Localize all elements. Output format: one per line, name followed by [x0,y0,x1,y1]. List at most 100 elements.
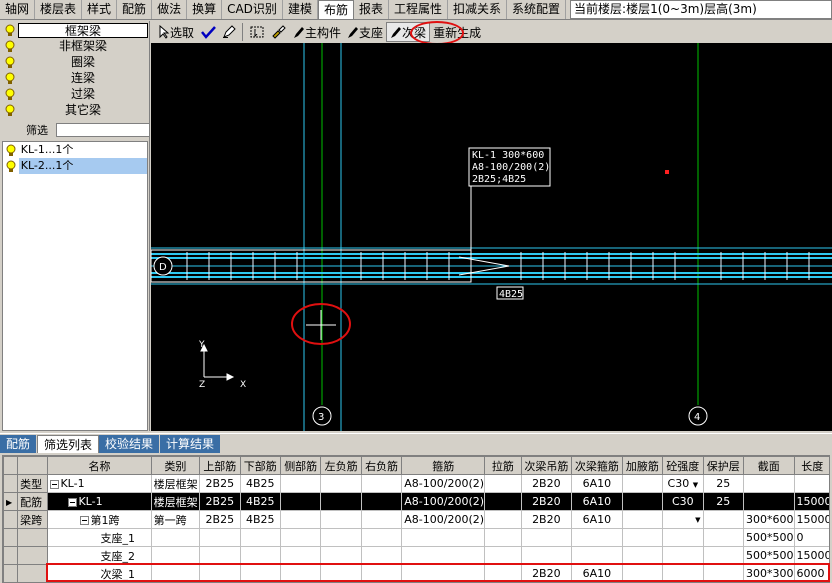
header-left-neg-bar[interactable]: 左负筋 [320,456,362,475]
menu-layout-rebar[interactable]: 布筋 [317,0,354,19]
support-button[interactable]: 支座 [344,22,386,42]
collapse-toggle-icon[interactable] [50,479,60,489]
menu-style[interactable]: 样式 [82,0,118,19]
tab-filter-list[interactable]: 筛选列表 [37,435,100,453]
main-member-button[interactable]: 主构件 [290,22,344,42]
cell-left-neg-bar[interactable] [320,492,362,511]
cell-length[interactable]: 0 [793,528,829,547]
table-row[interactable]: ▶ 配筋 KL-1 楼层框架 2B25 4B25 A8-100/200(2) 2… [3,492,829,511]
cell-top-bar[interactable] [199,546,241,565]
cell-bottom-bar[interactable]: 4B25 [239,492,281,511]
cell-section[interactable] [742,474,795,493]
header-haunch-bar[interactable]: 加腋筋 [621,456,664,475]
cell-right-neg-bar[interactable] [360,564,403,582]
bulb-icon[interactable] [2,102,18,118]
cell-stirrup[interactable]: A8-100/200(2) [401,474,486,493]
component-item[interactable]: KL-1...1个 [3,142,147,158]
table-row[interactable]: 梁跨 第1跨 第一跨 2B25 4B25 A8-100/200(2) 2B20 … [3,510,829,529]
table-row[interactable]: 支座_1 500*500 0 [3,528,829,547]
cell-section[interactable]: 500*500 [742,546,795,565]
cell-category[interactable] [150,564,201,582]
cell-tie-bar[interactable] [484,528,522,547]
cell-bottom-bar[interactable] [239,546,281,565]
cell-concrete-grade[interactable] [662,528,704,547]
cell-hanger-bar[interactable]: 2B20 [520,474,573,493]
cell-length[interactable]: 15000 [793,546,829,565]
bulb-icon[interactable] [2,54,18,70]
table-row[interactable]: 支座_2 500*500 15000 [3,546,829,565]
header-name[interactable]: 名称 [47,456,152,475]
cell-concrete-grade[interactable]: C30 [662,492,704,511]
cell-section[interactable] [742,492,795,511]
cell-top-bar[interactable]: 2B25 [199,474,241,493]
cell-concrete-grade[interactable] [662,564,704,582]
cell-length[interactable]: 15000 [793,510,829,529]
cell-hanger-bar[interactable]: 2B20 [520,564,573,582]
select-button[interactable]: 选取 [155,22,197,42]
cell-left-neg-bar[interactable] [320,546,362,565]
drawing-canvas[interactable]: KL-1 300*600 A8-100/200(2) 2B25;4B25 4B2… [151,43,832,431]
cell-tie-bar[interactable] [484,564,522,582]
cell-left-neg-bar[interactable] [320,474,362,493]
header-side-bar[interactable]: 侧部筋 [279,456,322,475]
collapse-toggle-icon[interactable] [80,516,90,525]
cell-top-bar[interactable] [199,564,241,582]
collapse-toggle-icon[interactable] [68,497,78,507]
bulb-icon[interactable] [2,38,18,54]
cell-name[interactable]: KL-1 [47,474,152,493]
cell-secondary-stirrup[interactable]: 6A10 [571,474,623,493]
menu-conversion[interactable]: 换算 [187,0,223,19]
table-row[interactable]: 类型 KL-1 楼层框架 2B25 4B25 A8-100/200(2) 2B2… [3,474,829,493]
cell-category[interactable]: 楼层框架 [150,474,201,493]
cell-secondary-stirrup[interactable]: 6A10 [571,510,623,529]
cell-cover[interactable] [702,510,744,529]
cell-section[interactable]: 300*600 [742,510,795,529]
menu-deduction[interactable]: 扣减关系 [448,0,508,19]
type-ring-beam[interactable]: 圈梁 [2,54,148,70]
secondary-beam-button[interactable]: 次梁 [386,22,431,42]
cell-tie-bar[interactable] [484,510,522,529]
cell-side-bar[interactable] [279,492,322,511]
menu-reinforcement[interactable]: 配筋 [117,0,153,19]
cell-side-bar[interactable] [279,528,322,547]
header-section[interactable]: 截面 [742,456,795,475]
dropdown-arrow-icon[interactable]: ▼ [695,516,700,524]
cell-cover[interactable]: 25 [702,474,744,493]
header-cover[interactable]: 保护层 [702,456,744,475]
cell-length[interactable]: 6000 [793,564,829,582]
cell-haunch-bar[interactable] [621,474,664,493]
cell-tie-bar[interactable] [484,474,522,493]
cell-right-neg-bar[interactable] [360,546,403,565]
cell-stirrup[interactable] [401,528,486,547]
cell-cover[interactable] [702,546,744,565]
cell-secondary-stirrup[interactable]: 6A10 [571,564,623,582]
header-bottom-bar[interactable]: 下部筋 [239,456,281,475]
cell-stirrup[interactable] [401,564,486,582]
cell-length[interactable] [793,474,829,493]
cell-tie-bar[interactable] [484,546,522,565]
cell-section[interactable]: 300*300 [742,564,795,582]
menu-report[interactable]: 报表 [354,0,389,19]
cell-bottom-bar[interactable] [239,528,281,547]
cell-section[interactable]: 500*500 [742,528,795,547]
cell-tie-bar[interactable] [484,492,522,511]
header-hanger-bar[interactable]: 次梁吊筋 [520,456,573,475]
menu-cad-recognition[interactable]: CAD识别 [222,0,283,19]
cell-concrete-grade[interactable] [662,546,704,565]
cell-haunch-bar[interactable] [621,546,664,565]
menu-system-config[interactable]: 系统配置 [507,0,567,19]
cell-secondary-stirrup[interactable] [571,528,623,547]
header-top-bar[interactable]: 上部筋 [199,456,241,475]
cell-right-neg-bar[interactable] [360,510,403,529]
brush-button[interactable] [268,22,290,42]
dropdown-arrow-icon[interactable]: ▼ [693,481,698,489]
current-floor-display[interactable]: 当前楼层:楼层1(0~3m)层高(3m) [570,0,832,19]
type-coupling-beam[interactable]: 连梁 [2,70,148,86]
bulb-icon[interactable] [2,86,18,102]
header-concrete-grade[interactable]: 砼强度 [662,456,704,475]
table-row[interactable]: 次梁_1 2B20 6A10 300*300 6000 [3,564,829,582]
cell-hanger-bar[interactable] [520,528,573,547]
cell-category[interactable] [150,528,201,547]
menu-modeling[interactable]: 建模 [283,0,318,19]
cell-secondary-stirrup[interactable]: 6A10 [571,492,623,511]
